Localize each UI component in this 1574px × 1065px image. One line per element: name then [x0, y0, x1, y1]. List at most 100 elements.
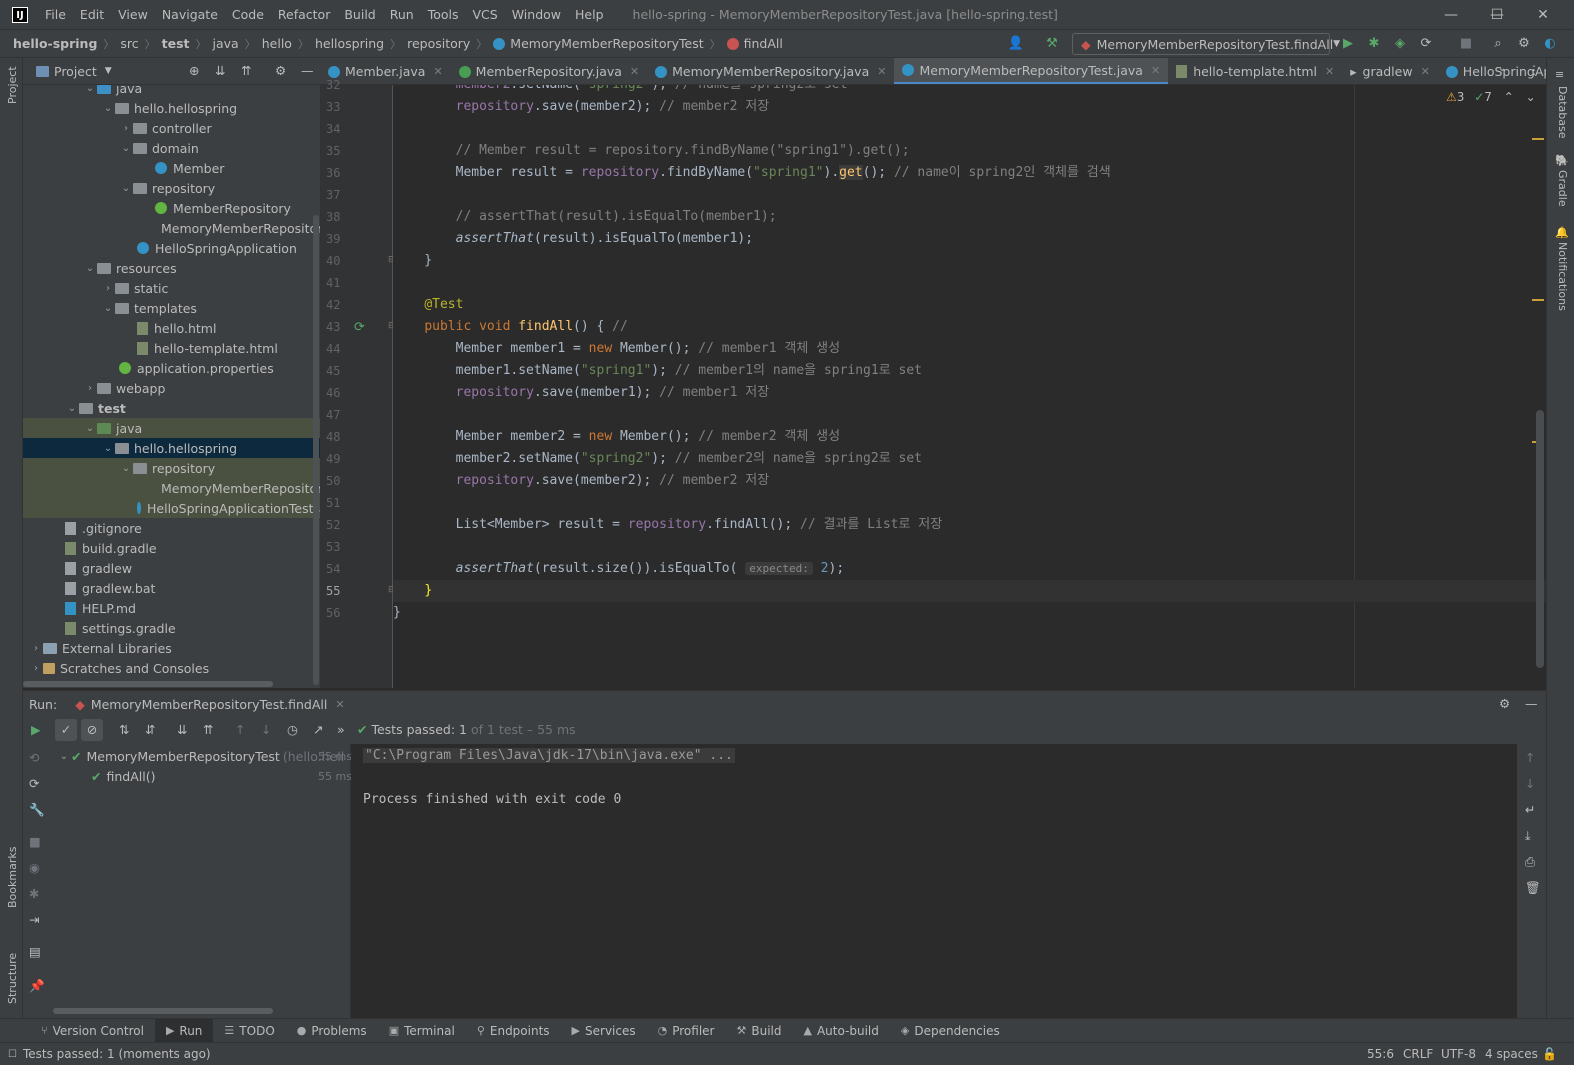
tool-tab-endpoints[interactable]: ⚲ Endpoints: [466, 1019, 561, 1043]
breadcrumb-repository[interactable]: repository: [407, 36, 470, 51]
menu-file[interactable]: File: [38, 0, 73, 30]
breadcrumb-hellospring[interactable]: hellospring: [315, 36, 384, 51]
tree-item[interactable]: › controller: [23, 118, 320, 138]
error-stripe-mark[interactable]: [1532, 138, 1544, 140]
tool-tab-dependencies[interactable]: ◈ Dependencies: [890, 1019, 1011, 1043]
expand-all-icon[interactable]: ⇊: [215, 63, 225, 78]
chevron-up-icon[interactable]: ⌃: [1504, 90, 1514, 104]
print-icon[interactable]: ⎙: [1525, 854, 1535, 870]
expand-all-icon[interactable]: ⇊: [177, 722, 187, 737]
build-hammer-icon[interactable]: ⚒: [1044, 36, 1060, 52]
menu-run[interactable]: Run: [383, 0, 421, 30]
tree-item[interactable]: ⌄ templates: [23, 298, 320, 318]
indent-setting[interactable]: 4 spaces: [1485, 1047, 1538, 1061]
breadcrumb-java[interactable]: java: [213, 36, 239, 51]
previous-test-icon[interactable]: ↑: [235, 722, 245, 737]
close-icon[interactable]: ✕: [877, 65, 886, 78]
run-configuration-select[interactable]: ◆ MemoryMemberRepositoryTest.findAll ▼: [1072, 33, 1340, 55]
profile-icon[interactable]: ⟳: [1418, 36, 1434, 52]
database-tool-button[interactable]: Database: [1556, 86, 1569, 139]
code-editor[interactable]: member2.setName("spring2"); // name을 spr…: [393, 85, 1546, 688]
menu-tools[interactable]: Tools: [421, 0, 466, 30]
close-icon[interactable]: ✕: [335, 698, 344, 711]
breadcrumb-method[interactable]: findAll: [726, 36, 783, 51]
search-icon[interactable]: ⌕: [1490, 36, 1506, 52]
show-passed-icon[interactable]: ✓: [55, 719, 77, 741]
bookmarks-tool-button[interactable]: Bookmarks: [6, 847, 19, 908]
user-icon[interactable]: 👤: [1004, 36, 1028, 52]
tool-tab-build[interactable]: ⚒ Build: [725, 1019, 792, 1043]
menu-navigate[interactable]: Navigate: [155, 0, 225, 30]
bug-icon[interactable]: ✱: [29, 886, 39, 901]
file-encoding[interactable]: UTF-8: [1441, 1047, 1476, 1061]
tree-item[interactable]: HelloSpringApplicationTests: [23, 498, 320, 518]
tree-item[interactable]: › static: [23, 278, 320, 298]
tool-tab-version-control[interactable]: ⑂ Version Control: [30, 1019, 155, 1043]
pin-icon[interactable]: 📌: [29, 978, 45, 994]
rerun-icon[interactable]: ▶: [31, 722, 41, 737]
notifications-tool-button[interactable]: Notifications: [1556, 242, 1569, 311]
wrench-icon[interactable]: 🔧: [29, 802, 45, 818]
tabs-dropdown-icon[interactable]: ⌄: [1498, 63, 1506, 74]
menu-refactor[interactable]: Refactor: [271, 0, 337, 30]
tree-item[interactable]: hello-template.html: [23, 338, 320, 358]
minimize-window-icon[interactable]: —: [1428, 0, 1474, 30]
tree-item[interactable]: ⌄ java: [23, 418, 320, 438]
vertical-scrollbar[interactable]: [313, 215, 319, 685]
up-arrow-icon[interactable]: ↑: [1525, 750, 1535, 765]
next-test-icon[interactable]: ↓: [261, 722, 271, 737]
horizontal-scrollbar[interactable]: [23, 681, 273, 687]
stop-icon[interactable]: ■: [29, 834, 41, 849]
tree-item[interactable]: HelloSpringApplication: [23, 238, 320, 258]
structure-tool-button[interactable]: Structure: [6, 953, 19, 1004]
tree-item[interactable]: HELP.md: [23, 598, 320, 618]
show-ignored-icon[interactable]: ⊘: [81, 719, 103, 741]
tree-item-selected[interactable]: ⌄ hello.hellospring: [23, 438, 320, 458]
gear-icon[interactable]: ⚙: [1499, 696, 1510, 711]
close-window-icon[interactable]: ✕: [1520, 0, 1566, 30]
close-icon[interactable]: ✕: [433, 65, 442, 78]
breadcrumb-hello[interactable]: hello: [262, 36, 292, 51]
more-options-icon[interactable]: ⋮: [1528, 63, 1540, 77]
project-tool-button[interactable]: Project: [6, 66, 19, 104]
coverage-icon[interactable]: ◈: [1392, 36, 1408, 52]
locate-icon[interactable]: ⊕: [189, 63, 199, 78]
hide-icon[interactable]: —: [1525, 696, 1538, 711]
editor-scrollbar[interactable]: [1536, 410, 1544, 668]
tool-tab-auto-build[interactable]: ▲ Auto-build: [792, 1019, 889, 1043]
menu-help[interactable]: Help: [568, 0, 611, 30]
tree-item[interactable]: gradlew: [23, 558, 320, 578]
chevron-down-icon[interactable]: ▼: [105, 66, 112, 76]
tool-tab-run[interactable]: ▶ Run: [154, 1018, 214, 1043]
menu-window[interactable]: Window: [505, 0, 568, 30]
toggle-auto-test-icon[interactable]: ⟳: [29, 776, 39, 791]
history-icon[interactable]: ◷: [287, 722, 298, 737]
test-suite-row[interactable]: ⌄ ✔ MemoryMemberRepositoryTest (hello.hel…: [51, 746, 352, 766]
horizontal-scrollbar[interactable]: [53, 1008, 273, 1014]
run-tab-label[interactable]: MemoryMemberRepositoryTest.findAll: [91, 697, 328, 712]
console-output[interactable]: "C:\Program Files\Java\jdk-17\bin\java.e…: [351, 744, 1517, 1018]
menu-vcs[interactable]: VCS: [466, 0, 505, 30]
tree-item[interactable]: build.gradle: [23, 538, 320, 558]
tree-item[interactable]: › Scratches and Consoles: [23, 658, 320, 678]
breadcrumb-src[interactable]: src: [120, 36, 138, 51]
sort-duration-icon[interactable]: ⇵: [145, 722, 155, 737]
chevron-down-icon[interactable]: ⌄: [1526, 90, 1536, 104]
trash-icon[interactable]: 🗑: [1525, 880, 1541, 896]
tool-tab-services[interactable]: ▶ Services: [561, 1019, 647, 1043]
tree-item[interactable]: ⌄ test: [23, 398, 320, 418]
tool-tab-profiler[interactable]: ◔ Profiler: [647, 1019, 726, 1043]
rerun-failed-icon[interactable]: ⟲: [29, 750, 39, 765]
tree-item[interactable]: ⌄ repository: [23, 458, 320, 478]
sort-alpha-icon[interactable]: ⇅: [119, 722, 129, 737]
tree-item[interactable]: › External Libraries: [23, 638, 320, 658]
hide-icon[interactable]: —: [301, 63, 314, 78]
tree-item[interactable]: hello.html: [23, 318, 320, 338]
close-icon[interactable]: ✕: [1151, 64, 1160, 77]
tab-memory-member-repository-test[interactable]: MemoryMemberRepositoryTest.java ✕: [894, 58, 1169, 84]
status-message[interactable]: Tests passed: 1 (moments ago): [23, 1047, 211, 1061]
line-separator[interactable]: CRLF: [1403, 1047, 1433, 1061]
tree-item[interactable]: ⌄ resources: [23, 258, 320, 278]
breadcrumb-test[interactable]: test: [162, 36, 190, 51]
soft-wrap-icon[interactable]: ↵: [1525, 802, 1535, 817]
